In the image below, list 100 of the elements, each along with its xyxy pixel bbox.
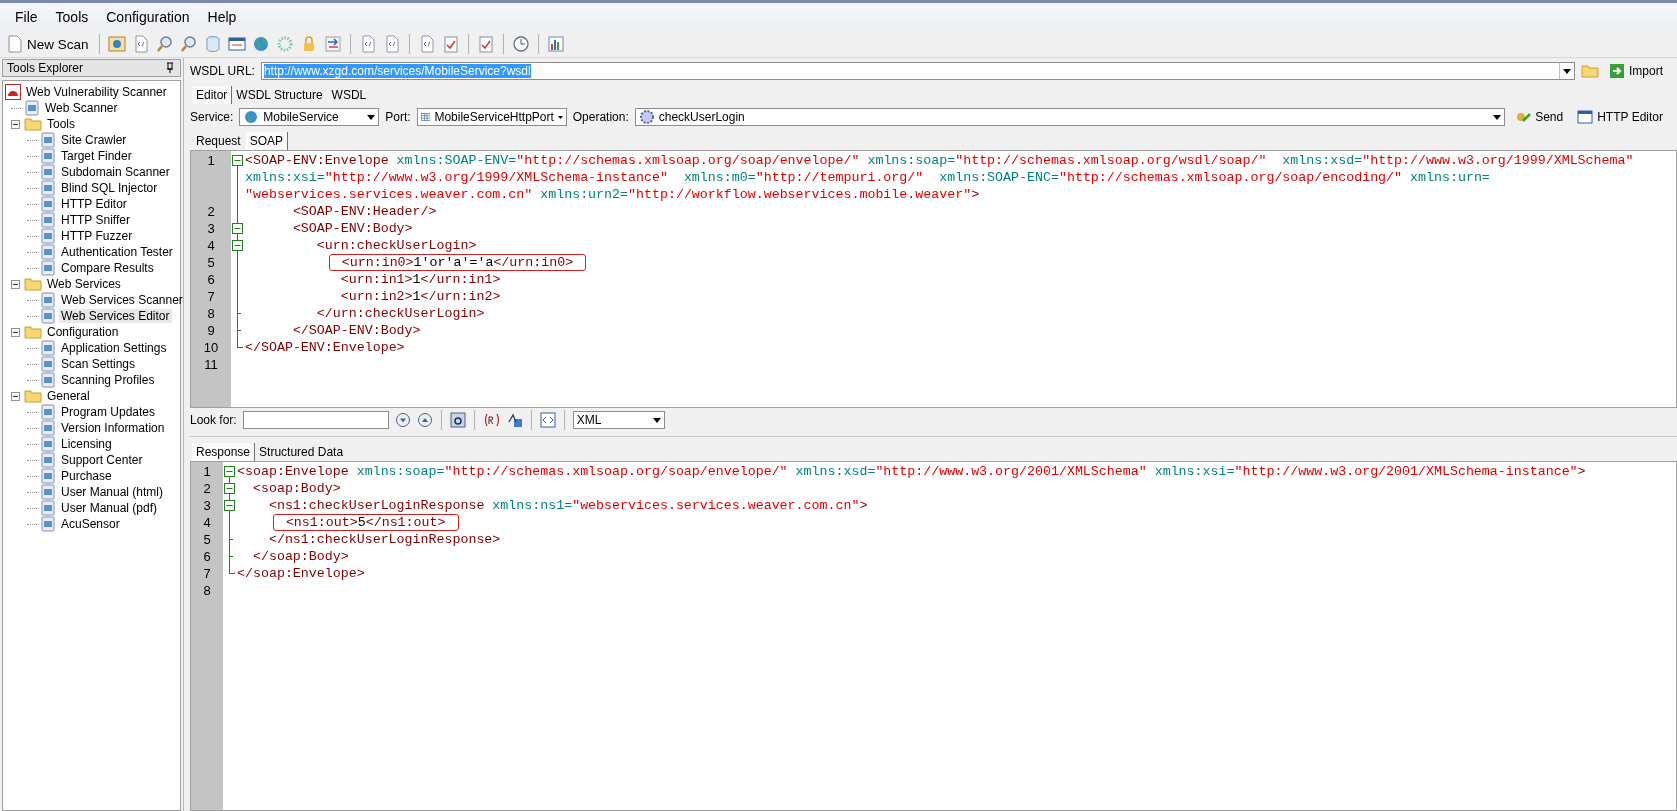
tree-item[interactable]: Purchase [59,469,114,483]
tab[interactable]: WSDL Structure [232,86,328,104]
app-logo-icon [5,84,21,100]
code-line: </SOAP-ENV:Envelope> [245,339,405,356]
tree-item[interactable]: HTTP Fuzzer [59,229,135,243]
clock-icon[interactable] [511,35,530,53]
dotted-circle-icon[interactable] [275,35,294,53]
line-number: 2 [203,481,211,496]
tree-item[interactable]: Web Services [45,277,123,291]
tree-item[interactable]: Authentication Tester [59,245,175,259]
collapse-icon[interactable] [11,119,20,129]
tree-item[interactable]: Blind SQL Injector [59,181,160,195]
send-button[interactable]: Send [1511,109,1568,125]
http-editor-button[interactable]: HTTP Editor [1573,109,1667,125]
tree-item[interactable]: Application Settings [59,341,169,355]
line-number: 6 [203,549,211,564]
service-dropdown[interactable]: MobileService [239,108,380,126]
tab[interactable]: Request [192,132,246,150]
tree-item[interactable]: HTTP Sniffer [59,213,132,227]
tree-item[interactable]: Tools [45,117,77,131]
collapse-icon[interactable] [11,327,20,337]
clipboard-icon[interactable] [476,35,495,53]
bar-chart-icon[interactable] [546,35,565,53]
tool-icon [40,452,56,468]
dropdown-arrow-icon [367,114,376,120]
tree-item[interactable]: Web Services Scanner [59,293,185,307]
tree-item[interactable]: Scan Settings [59,357,138,371]
code-line: xmlns:xsi="http://www.w3.org/1999/XMLSchema-instance" xmlns:m0="http://tempuri.org/" xmlns:SOAP-ENC="http://schemas.xmlsoap.org/soap/encoding/" xmlns:urn= [245,169,1490,186]
import-button[interactable]: Import [1605,63,1667,79]
tree-item[interactable]: Compare Results [59,261,156,275]
tree-item[interactable]: Subdomain Scanner [59,165,172,179]
tool-icon [40,516,56,532]
code-line: <SOAP-ENV:Body> [291,220,413,237]
checklist-icon[interactable] [441,35,460,53]
tree-item[interactable]: Scanning Profiles [59,373,157,387]
new-scan-button[interactable]: New Scan [6,35,91,53]
format-dropdown[interactable]: XML [572,411,665,429]
find-previous-icon[interactable] [416,412,433,428]
tree-item[interactable]: Web Services Editor [59,309,172,323]
code-line: <urn:checkUserLogin> [315,237,477,254]
code-line: <urn:in1>1</urn:in1> [339,271,501,288]
line-number: 8 [203,583,211,598]
tab[interactable]: SOAP [245,132,289,150]
tool-icon [40,420,56,436]
tree-item[interactable]: Licensing [59,437,114,451]
field-label: Service: [190,110,234,124]
line-number: 2 [207,204,215,219]
tool-icon [40,148,56,164]
code-line: <SOAP-ENV:Header/> [291,203,437,220]
port-dropdown[interactable]: MobileServiceHttpPort [416,108,567,126]
tree-item[interactable]: Web Vulnerability Scanner [24,85,169,99]
code-tag-icon[interactable] [539,412,556,428]
monitor-icon[interactable] [107,35,126,53]
line-number: 1 [207,153,215,168]
tab[interactable]: Response [192,443,256,461]
tree-item[interactable]: Configuration [45,325,121,339]
dropdown-arrow-icon[interactable] [1563,68,1571,74]
window-icon[interactable] [227,35,246,53]
find-next-icon[interactable] [394,412,411,428]
menu-item[interactable]: Help [198,9,246,25]
tool-icon [40,404,56,420]
match-case-icon[interactable] [449,412,466,428]
tab[interactable]: Structured Data [255,443,349,461]
tab[interactable]: Editor [192,86,233,104]
pin-icon[interactable] [166,62,174,74]
magnifier-icon[interactable] [155,35,174,53]
menu-item[interactable]: Configuration [97,9,199,25]
tree-item[interactable]: User Manual (html) [59,485,166,499]
tree-item[interactable]: User Manual (pdf) [59,501,160,515]
field-label: Look for: [190,413,237,427]
regex-icon[interactable] [482,412,501,428]
tree-item[interactable]: General [45,389,92,403]
search-field[interactable] [242,411,389,429]
dropdown-arrow-icon [1493,114,1502,120]
tree-item[interactable]: Version Information [59,421,167,435]
tool-icon [40,500,56,516]
tree-item[interactable]: Target Finder [59,149,134,163]
replace-icon[interactable] [506,412,523,428]
arrows-icon[interactable] [323,35,342,53]
collapse-icon[interactable] [11,391,20,401]
menu-item[interactable]: Tools [46,9,98,25]
operation-dropdown[interactable]: checkUserLogin [634,108,1506,126]
tab[interactable]: WSDL [327,86,372,104]
tool-icon [40,212,56,228]
tree-item[interactable]: Web Scanner [43,101,120,115]
tree-item[interactable]: Support Center [59,453,145,467]
line-number: 4 [203,515,211,530]
folder-icon [24,117,42,131]
tree-item[interactable]: HTTP Editor [59,197,129,211]
line-number: 5 [207,255,215,270]
tool-icon [40,244,56,260]
tree-item[interactable]: Site Crawler [59,133,129,147]
collapse-icon[interactable] [11,279,20,289]
menu-item[interactable]: File [6,9,47,25]
tree-item[interactable]: Program Updates [59,405,158,419]
tree-item[interactable]: AcuSensor [59,517,122,531]
globe-icon[interactable] [251,35,270,53]
line-number: 4 [207,238,215,253]
line-number: 1 [203,464,211,479]
tool-icon [40,468,56,484]
